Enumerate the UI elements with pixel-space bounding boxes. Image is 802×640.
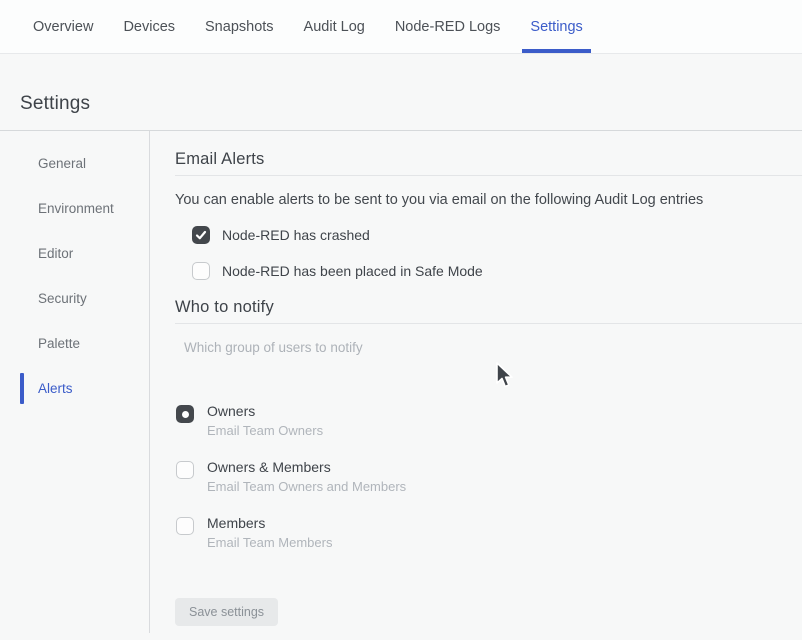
radio-row-members[interactable]: Members Email Team Members xyxy=(176,515,802,550)
tab-devices[interactable]: Devices xyxy=(123,0,175,53)
sidebar-item-general-label: General xyxy=(38,156,86,171)
settings-body: General Environment Editor Security Pale… xyxy=(0,131,802,633)
checkbox-safe-mode-label[interactable]: Node-RED has been placed in Safe Mode xyxy=(222,263,483,279)
page-title: Settings xyxy=(20,93,802,115)
checkbox-row-safe-mode[interactable]: Node-RED has been placed in Safe Mode xyxy=(192,262,802,280)
checkbox-safe-mode[interactable] xyxy=(192,262,210,280)
sidebar-item-editor[interactable]: Editor xyxy=(0,231,149,276)
tab-node-red-logs[interactable]: Node-RED Logs xyxy=(395,0,501,53)
sidebar-item-security[interactable]: Security xyxy=(0,276,149,321)
checkbox-row-crashed[interactable]: Node-RED has crashed xyxy=(192,226,802,244)
radio-members-label[interactable]: Members xyxy=(207,515,332,531)
email-alerts-heading: Email Alerts xyxy=(175,150,802,176)
email-alerts-options: Node-RED has crashed Node-RED has been p… xyxy=(192,226,802,280)
tab-snapshots[interactable]: Snapshots xyxy=(205,0,274,53)
radio-owners-members-description: Email Team Owners and Members xyxy=(207,479,406,494)
radio-row-owners[interactable]: Owners Email Team Owners xyxy=(176,403,802,438)
sidebar-item-palette[interactable]: Palette xyxy=(0,321,149,366)
tab-node-red-logs-label: Node-RED Logs xyxy=(395,19,501,35)
settings-page: Overview Devices Snapshots Audit Log Nod… xyxy=(0,0,802,640)
radio-selected-dot-icon xyxy=(182,411,189,418)
sidebar-item-alerts[interactable]: Alerts xyxy=(0,366,149,411)
tab-audit-log-label: Audit Log xyxy=(304,19,365,35)
alerts-settings-panel: Email Alerts You can enable alerts to be… xyxy=(150,131,802,633)
radio-owners-members-label[interactable]: Owners & Members xyxy=(207,459,406,475)
tab-settings[interactable]: Settings xyxy=(530,0,582,53)
notify-group-options: Owners Email Team Owners Owners & Member… xyxy=(176,403,802,550)
radio-owners-description: Email Team Owners xyxy=(207,423,323,438)
top-navigation: Overview Devices Snapshots Audit Log Nod… xyxy=(0,0,802,54)
tab-overview[interactable]: Overview xyxy=(33,0,93,53)
save-settings-button[interactable]: Save settings xyxy=(175,598,278,626)
tab-devices-label: Devices xyxy=(123,19,175,35)
who-to-notify-hint: Which group of users to notify xyxy=(184,340,802,355)
tab-settings-label: Settings xyxy=(530,19,582,35)
sidebar-item-general[interactable]: General xyxy=(0,141,149,186)
radio-members[interactable] xyxy=(176,517,194,535)
radio-owners-members[interactable] xyxy=(176,461,194,479)
sidebar-item-alerts-label: Alerts xyxy=(38,381,73,396)
active-tab-indicator xyxy=(522,49,590,53)
radio-members-description: Email Team Members xyxy=(207,535,332,550)
sidebar-item-environment-label: Environment xyxy=(38,201,114,216)
radio-owners-label[interactable]: Owners xyxy=(207,403,323,419)
sidebar-item-environment[interactable]: Environment xyxy=(0,186,149,231)
active-sidebar-indicator xyxy=(20,373,24,404)
sidebar-item-editor-label: Editor xyxy=(38,246,73,261)
sidebar-item-palette-label: Palette xyxy=(38,336,80,351)
radio-row-owners-members[interactable]: Owners & Members Email Team Owners and M… xyxy=(176,459,802,494)
radio-owners[interactable] xyxy=(176,405,194,423)
page-title-section: Settings xyxy=(0,54,802,131)
check-icon xyxy=(195,229,207,241)
email-alerts-description: You can enable alerts to be sent to you … xyxy=(175,192,802,208)
settings-sidebar: General Environment Editor Security Pale… xyxy=(0,131,150,633)
tab-overview-label: Overview xyxy=(33,19,93,35)
checkbox-crashed-label[interactable]: Node-RED has crashed xyxy=(222,227,370,243)
tab-audit-log[interactable]: Audit Log xyxy=(304,0,365,53)
checkbox-crashed[interactable] xyxy=(192,226,210,244)
tab-snapshots-label: Snapshots xyxy=(205,19,274,35)
sidebar-item-security-label: Security xyxy=(38,291,87,306)
who-to-notify-heading: Who to notify xyxy=(175,298,802,324)
